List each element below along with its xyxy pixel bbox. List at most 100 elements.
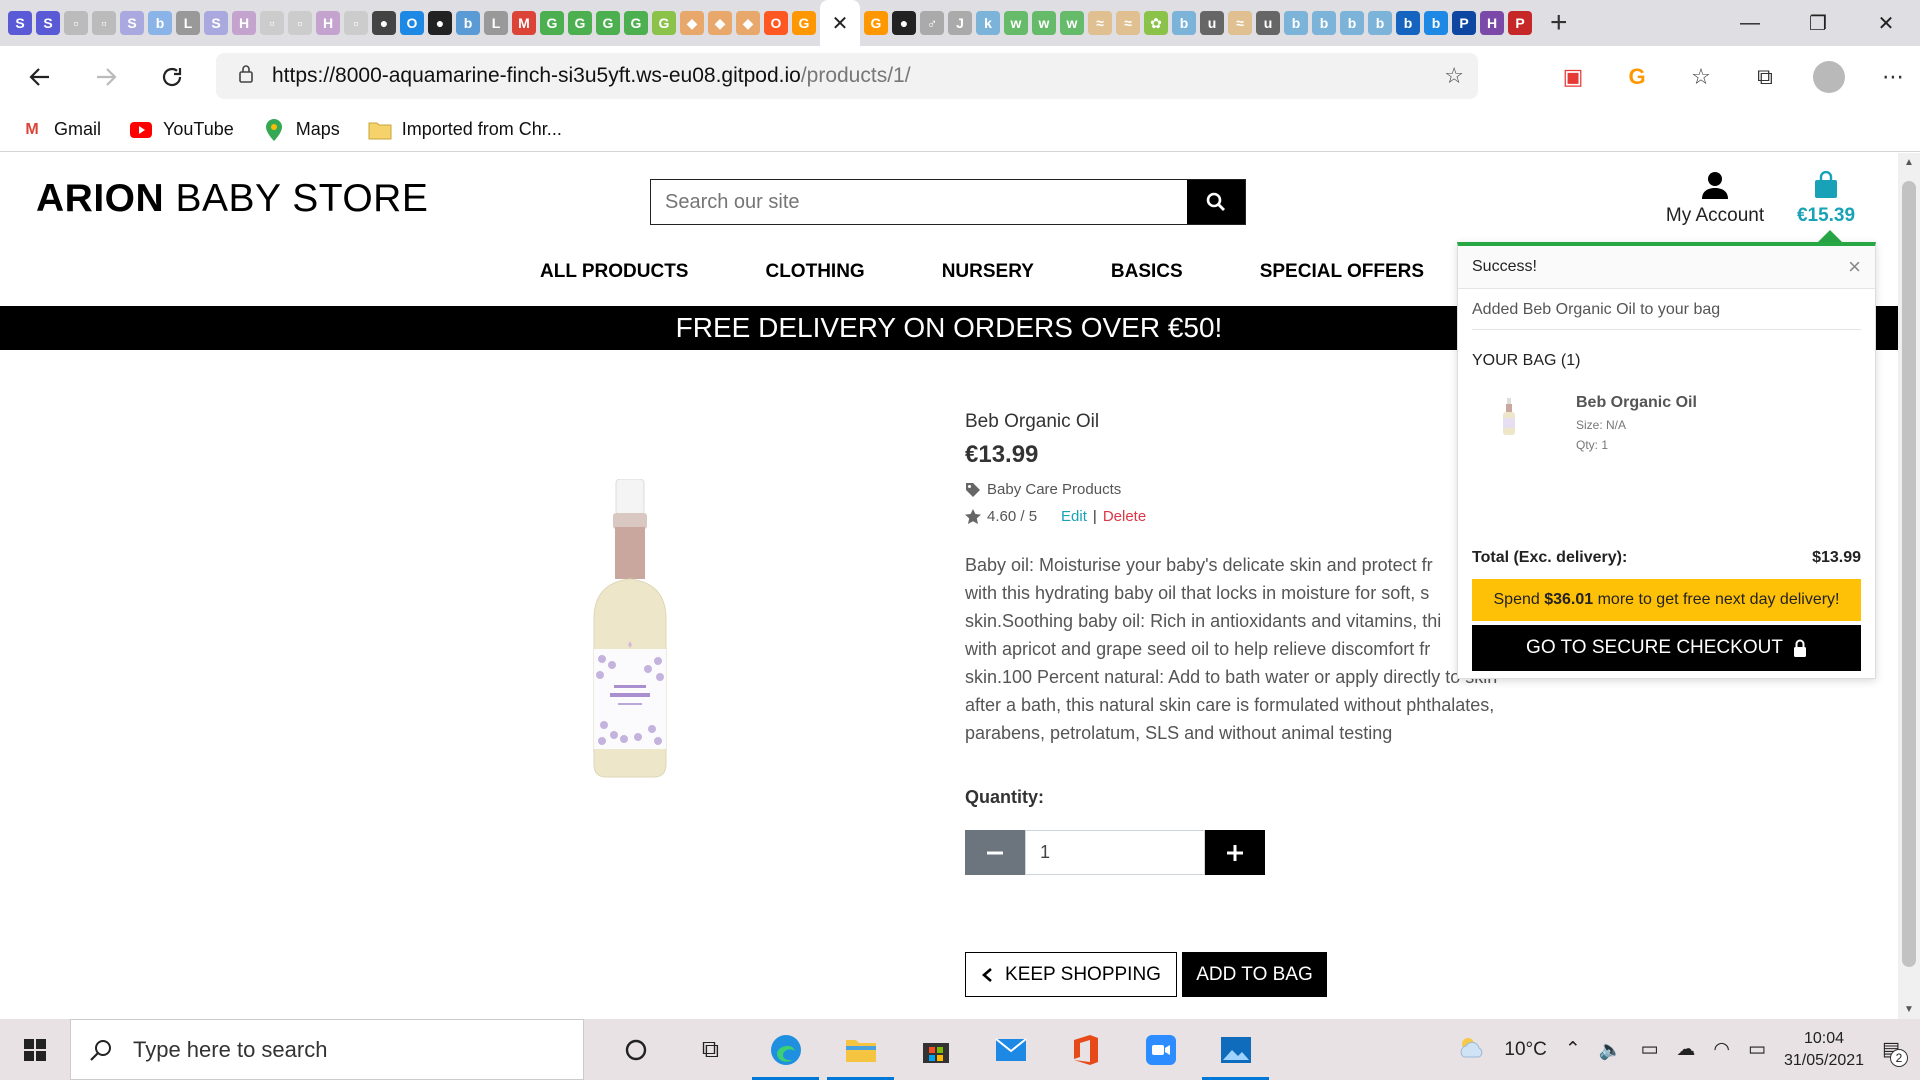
nav-special-offers[interactable]: SPECIAL OFFERS [1260, 261, 1424, 283]
back-button[interactable] [14, 51, 66, 103]
tab-favicon[interactable]: ● [428, 11, 452, 35]
volume-icon[interactable]: 🔈 [1599, 1038, 1623, 1062]
notifications-icon[interactable]: ▤ 2 [1882, 1038, 1908, 1067]
bookmark-youtube[interactable]: YouTube [129, 119, 234, 141]
nav-all-products[interactable]: ALL PRODUCTS [540, 261, 688, 283]
bookmark-imported-folder[interactable]: Imported from Chr... [368, 119, 562, 141]
tab-favicon[interactable]: w [1004, 11, 1028, 35]
show-hidden-icons-chevron-icon[interactable]: ⌃ [1565, 1038, 1581, 1061]
tab-favicon[interactable]: ◆ [708, 11, 732, 35]
tab-favicon[interactable]: u [1200, 11, 1224, 35]
bookmark-gmail[interactable]: M Gmail [20, 119, 101, 141]
store-logo[interactable]: ARION BABY STORE [36, 177, 428, 221]
add-favorite-icon[interactable]: ☆ [1444, 63, 1464, 89]
toast-bag-item[interactable]: Beb Organic Oil Size: N/A Qty: 1 [1472, 394, 1861, 454]
mail-icon[interactable] [973, 1019, 1048, 1080]
tab-favicon[interactable]: b [456, 11, 480, 35]
tab-favicon[interactable]: ≈ [1228, 11, 1252, 35]
tab-favicon[interactable]: ▫ [260, 11, 284, 35]
favorites-icon[interactable]: ☆ [1684, 60, 1718, 94]
microsoft-store-icon[interactable] [898, 1019, 973, 1080]
scroll-up-arrow[interactable]: ▲ [1898, 157, 1920, 168]
new-tab-button[interactable]: + [1550, 6, 1568, 40]
meet-now-icon[interactable]: ▭ [1640, 1038, 1658, 1061]
tab-favicon[interactable]: O [764, 11, 788, 35]
tab-favicon[interactable]: G [652, 11, 676, 35]
tab-favicon[interactable]: w [1032, 11, 1056, 35]
weather-icon[interactable] [1456, 1035, 1486, 1065]
tab-favicon[interactable]: b [1284, 11, 1308, 35]
close-toast-icon[interactable]: × [1848, 254, 1861, 280]
task-view-icon[interactable]: ⧉ [673, 1019, 748, 1080]
settings-more-icon[interactable]: ⋯ [1876, 60, 1910, 94]
system-clock[interactable]: 10:04 31/05/2021 [1784, 1028, 1864, 1072]
file-explorer-icon[interactable] [823, 1019, 898, 1080]
product-image[interactable] [580, 479, 680, 789]
cortana-icon[interactable] [598, 1019, 673, 1080]
minimize-button[interactable]: — [1716, 0, 1784, 46]
scroll-down-arrow[interactable]: ▼ [1898, 1004, 1920, 1015]
my-account-link[interactable]: My Account [1640, 171, 1790, 227]
keep-shopping-button[interactable]: KEEP SHOPPING [965, 952, 1177, 997]
secure-checkout-button[interactable]: GO TO SECURE CHECKOUT [1472, 625, 1861, 671]
scrollbar-thumb[interactable] [1902, 181, 1916, 967]
tab-favicon[interactable]: J [948, 11, 972, 35]
page-scrollbar[interactable]: ▲ ▼ [1898, 153, 1920, 1019]
search-input[interactable] [651, 180, 1187, 224]
tab-favicon[interactable]: L [484, 11, 508, 35]
office-icon[interactable] [1048, 1019, 1123, 1080]
refresh-button[interactable] [146, 51, 198, 103]
tab-favicon[interactable]: L [176, 11, 200, 35]
photos-icon[interactable] [1198, 1019, 1273, 1080]
forward-button[interactable] [80, 51, 132, 103]
edge-browser-icon[interactable] [748, 1019, 823, 1080]
tab-favicon[interactable]: u [1256, 11, 1280, 35]
tab-favicon[interactable]: k [976, 11, 1000, 35]
tab-favicon[interactable]: G [624, 11, 648, 35]
zoom-icon[interactable] [1123, 1019, 1198, 1080]
collections-icon[interactable]: ⧉ [1748, 60, 1782, 94]
decrement-quantity-button[interactable] [965, 830, 1025, 875]
tab-favicon[interactable]: ◆ [680, 11, 704, 35]
extension-pocket-icon[interactable]: ▣ [1556, 60, 1590, 94]
onedrive-icon[interactable]: ☁ [1676, 1038, 1695, 1061]
tab-favicon[interactable]: G [568, 11, 592, 35]
tab-favicon[interactable]: G [540, 11, 564, 35]
delete-product-link[interactable]: Delete [1103, 508, 1146, 525]
weather-temperature[interactable]: 10°C [1504, 1039, 1546, 1061]
shopping-bag-link[interactable]: €15.39 [1786, 170, 1866, 227]
tab-favicon[interactable]: b [1424, 11, 1448, 35]
search-button[interactable] [1187, 180, 1245, 224]
tab-favicon[interactable]: ▫ [288, 11, 312, 35]
active-tab-close-button[interactable]: ✕ [820, 0, 860, 46]
tab-favicon[interactable]: ≈ [1088, 11, 1112, 35]
tab-favicon[interactable]: ✿ [1144, 11, 1168, 35]
quantity-input[interactable] [1025, 830, 1205, 875]
tab-favicon[interactable]: ▫ [64, 11, 88, 35]
increment-quantity-button[interactable] [1205, 830, 1265, 875]
tab-favicon[interactable]: ◆ [736, 11, 760, 35]
profile-avatar[interactable] [1812, 60, 1846, 94]
extension-g-icon[interactable]: G [1620, 60, 1654, 94]
tab-favicon[interactable]: ● [372, 11, 396, 35]
tab-favicon[interactable]: S [8, 11, 32, 35]
address-bar[interactable]: https://8000-aquamarine-finch-si3u5yft.w… [216, 53, 1478, 99]
tab-favicon[interactable]: H [232, 11, 256, 35]
tab-favicon[interactable]: G [864, 11, 888, 35]
tab-favicon[interactable]: ▫ [92, 11, 116, 35]
tab-favicon[interactable]: S [36, 11, 60, 35]
bookmark-maps[interactable]: Maps [262, 118, 340, 141]
tab-favicon[interactable]: S [204, 11, 228, 35]
tab-favicon[interactable]: G [596, 11, 620, 35]
tab-favicon[interactable]: b [1368, 11, 1392, 35]
tab-favicon[interactable]: O [400, 11, 424, 35]
nav-basics[interactable]: BASICS [1111, 261, 1183, 283]
taskbar-search-box[interactable]: Type here to search [70, 1019, 584, 1080]
close-window-button[interactable]: ✕ [1852, 0, 1920, 46]
start-button[interactable] [0, 1019, 70, 1080]
tab-favicon[interactable]: ▫ [344, 11, 368, 35]
battery-icon[interactable]: ▭ [1748, 1038, 1766, 1061]
tab-favicon[interactable]: ● [892, 11, 916, 35]
add-to-bag-button[interactable]: ADD TO BAG [1182, 952, 1327, 997]
tab-favicon[interactable]: w [1060, 11, 1084, 35]
